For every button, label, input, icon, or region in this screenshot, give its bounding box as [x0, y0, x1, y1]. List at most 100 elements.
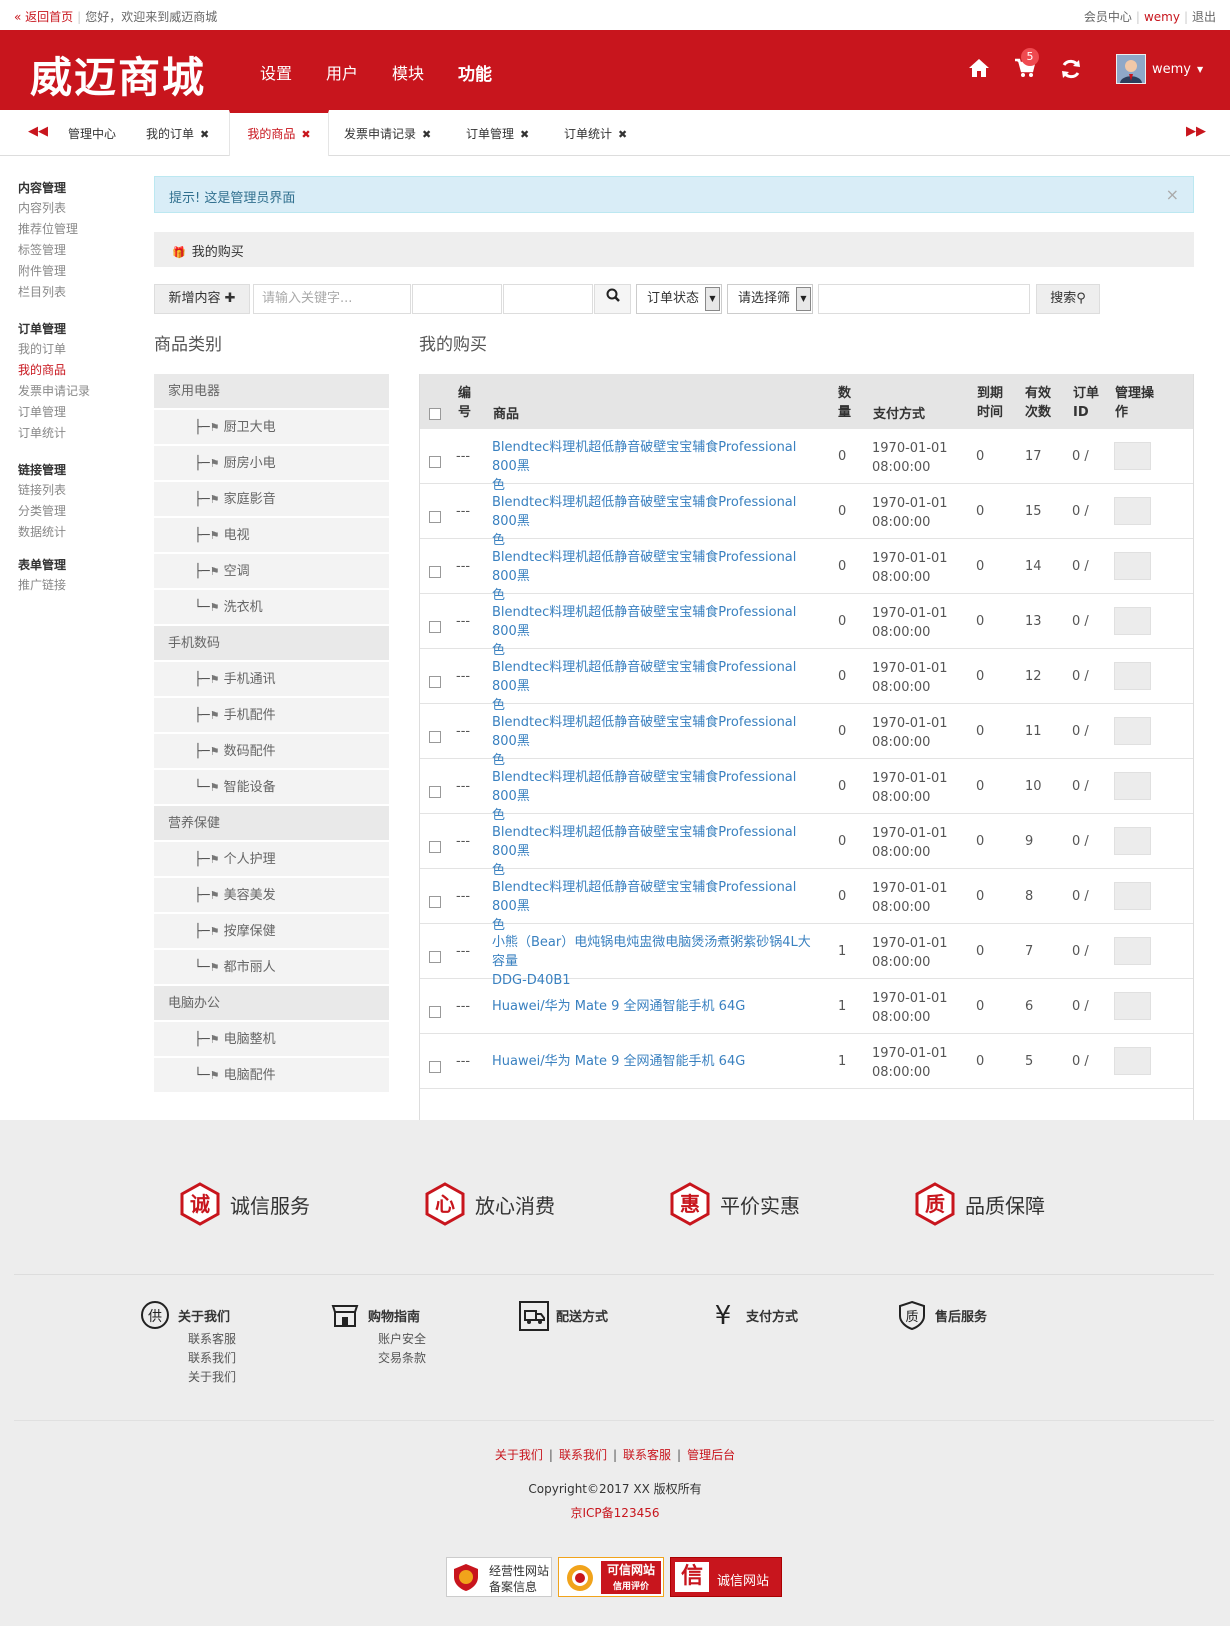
footer-column-title[interactable]: 支付方式	[746, 1306, 798, 1325]
tab-my-products[interactable]: 我的商品 ✖	[229, 110, 329, 156]
date-end-input[interactable]	[503, 284, 593, 314]
subcategory-item[interactable]: ├─⚑ 电视	[154, 518, 389, 554]
row-checkbox[interactable]	[429, 1061, 441, 1073]
icp-number[interactable]: 京ICP备123456	[0, 1504, 1230, 1521]
subcategory-item[interactable]: ├─⚑ 家庭影音	[154, 482, 389, 518]
close-icon[interactable]: ✖	[618, 128, 627, 141]
sidebar-item[interactable]: 发票申请记录	[18, 381, 134, 402]
subcategory-item[interactable]: └─⚑ 都市丽人	[154, 950, 389, 986]
order-status-select[interactable]: 订单状态 ▼	[636, 284, 722, 314]
subcategory-item[interactable]: ├─⚑ 手机配件	[154, 698, 389, 734]
row-checkbox[interactable]	[429, 621, 441, 633]
badge-business-site[interactable]: 经营性网站 备案信息	[446, 1557, 552, 1597]
filter-select[interactable]: 请选择筛 ▼	[727, 284, 813, 314]
category-item[interactable]: 家用电器	[154, 374, 389, 410]
tabs-scroll-left-icon[interactable]: ◀◀	[28, 124, 48, 139]
subcategory-item[interactable]: ├─⚑ 按摩保健	[154, 914, 389, 950]
manage-actions[interactable]	[1114, 992, 1151, 1020]
footer-column-link[interactable]: 联系我们	[188, 1349, 236, 1366]
subcategory-item[interactable]: ├─⚑ 电脑整机	[154, 1022, 389, 1058]
close-icon[interactable]: ✖	[422, 128, 431, 141]
row-checkbox[interactable]	[429, 511, 441, 523]
footer-column-link[interactable]: 交易条款	[378, 1349, 426, 1366]
badge-credit-site[interactable]: 信 诚信网站	[670, 1557, 782, 1597]
row-checkbox[interactable]	[429, 786, 441, 798]
footer-column-title[interactable]: 配送方式	[556, 1306, 608, 1325]
row-checkbox[interactable]	[429, 1006, 441, 1018]
manage-actions[interactable]	[1114, 717, 1151, 745]
select-all-checkbox[interactable]	[429, 408, 441, 420]
nav-modules[interactable]: 模块	[392, 60, 424, 85]
footer-link-contact[interactable]: 联系我们	[559, 1448, 607, 1462]
row-checkbox[interactable]	[429, 731, 441, 743]
product-link[interactable]: Huawei/华为 Mate 9 全网通智能手机 64G	[492, 997, 822, 1016]
add-content-button[interactable]: 新增内容 ✚	[154, 284, 250, 314]
date-start-input[interactable]	[412, 284, 502, 314]
manage-actions[interactable]	[1114, 937, 1151, 965]
search-icon-button[interactable]	[594, 284, 631, 314]
manage-actions[interactable]	[1114, 662, 1151, 690]
row-checkbox[interactable]	[429, 841, 441, 853]
row-checkbox[interactable]	[429, 566, 441, 578]
category-item[interactable]: 营养保健	[154, 806, 389, 842]
subcategory-item[interactable]: └─⚑ 洗衣机	[154, 590, 389, 626]
footer-column-title[interactable]: 购物指南	[368, 1306, 420, 1325]
search-button[interactable]: 搜索⚲	[1036, 284, 1100, 314]
sidebar-item[interactable]: 我的订单	[18, 339, 134, 360]
subcategory-item[interactable]: └─⚑ 电脑配件	[154, 1058, 389, 1094]
badge-trusted-site[interactable]: 可信网站 信用评价	[558, 1557, 664, 1597]
home-icon[interactable]	[968, 58, 992, 82]
manage-actions[interactable]	[1114, 882, 1151, 910]
manage-actions[interactable]	[1114, 607, 1151, 635]
tab-invoice-records[interactable]: 发票申请记录 ✖	[344, 110, 431, 156]
subcategory-item[interactable]: └─⚑ 智能设备	[154, 770, 389, 806]
logout-link[interactable]: 退出	[1192, 10, 1216, 24]
nav-functions[interactable]: 功能	[458, 60, 492, 85]
subcategory-item[interactable]: ├─⚑ 空调	[154, 554, 389, 590]
subcategory-item[interactable]: ├─⚑ 个人护理	[154, 842, 389, 878]
nav-settings[interactable]: 设置	[260, 60, 292, 85]
close-icon[interactable]: ✖	[200, 128, 209, 141]
footer-column-link[interactable]: 联系客服	[188, 1330, 236, 1347]
subcategory-item[interactable]: ├─⚑ 厨卫大电	[154, 410, 389, 446]
member-center-link[interactable]: 会员中心	[1084, 10, 1132, 24]
footer-column-link[interactable]: 关于我们	[188, 1368, 236, 1385]
sidebar-item[interactable]: 栏目列表	[18, 282, 134, 303]
manage-actions[interactable]	[1114, 827, 1151, 855]
logo[interactable]: 威迈商城	[30, 44, 206, 105]
sidebar-item[interactable]: 订单统计	[18, 423, 134, 444]
manage-actions[interactable]	[1114, 1047, 1151, 1075]
refresh-icon[interactable]	[1060, 58, 1084, 82]
row-checkbox[interactable]	[429, 676, 441, 688]
tab-admin-center[interactable]: 管理中心	[68, 110, 116, 156]
footer-column-title[interactable]: 关于我们	[178, 1306, 230, 1325]
sidebar-item[interactable]: 推荐位管理	[18, 219, 134, 240]
row-checkbox[interactable]	[429, 951, 441, 963]
subcategory-item[interactable]: ├─⚑ 数码配件	[154, 734, 389, 770]
subcategory-item[interactable]: ├─⚑ 手机通讯	[154, 662, 389, 698]
sidebar-item[interactable]: 数据统计	[18, 522, 134, 543]
footer-link-admin[interactable]: 管理后台	[687, 1448, 735, 1462]
sidebar-item[interactable]: 推广链接	[18, 575, 134, 596]
manage-actions[interactable]	[1114, 497, 1151, 525]
category-item[interactable]: 手机数码	[154, 626, 389, 662]
sidebar-item[interactable]: 标签管理	[18, 240, 134, 261]
manage-actions[interactable]	[1114, 442, 1151, 470]
footer-link-service[interactable]: 联系客服	[623, 1448, 671, 1462]
close-icon[interactable]: ✖	[301, 128, 310, 141]
tab-order-management[interactable]: 订单管理 ✖	[466, 110, 529, 156]
category-item[interactable]: 电脑办公	[154, 986, 389, 1022]
user-menu[interactable]: wemy ▼	[1116, 54, 1203, 84]
close-icon[interactable]: ✖	[520, 128, 529, 141]
manage-actions[interactable]	[1114, 772, 1151, 800]
subcategory-item[interactable]: ├─⚑ 厨房小电	[154, 446, 389, 482]
footer-column-link[interactable]: 账户安全	[378, 1330, 426, 1347]
product-link[interactable]: Huawei/华为 Mate 9 全网通智能手机 64G	[492, 1052, 822, 1071]
filter-value-input[interactable]	[818, 284, 1030, 314]
tab-order-stats[interactable]: 订单统计 ✖	[564, 110, 627, 156]
username-link[interactable]: wemy	[1144, 10, 1180, 24]
row-checkbox[interactable]	[429, 456, 441, 468]
back-home-link[interactable]: « 返回首页	[14, 10, 73, 24]
sidebar-item[interactable]: 分类管理	[18, 501, 134, 522]
footer-column-title[interactable]: 售后服务	[935, 1306, 987, 1325]
